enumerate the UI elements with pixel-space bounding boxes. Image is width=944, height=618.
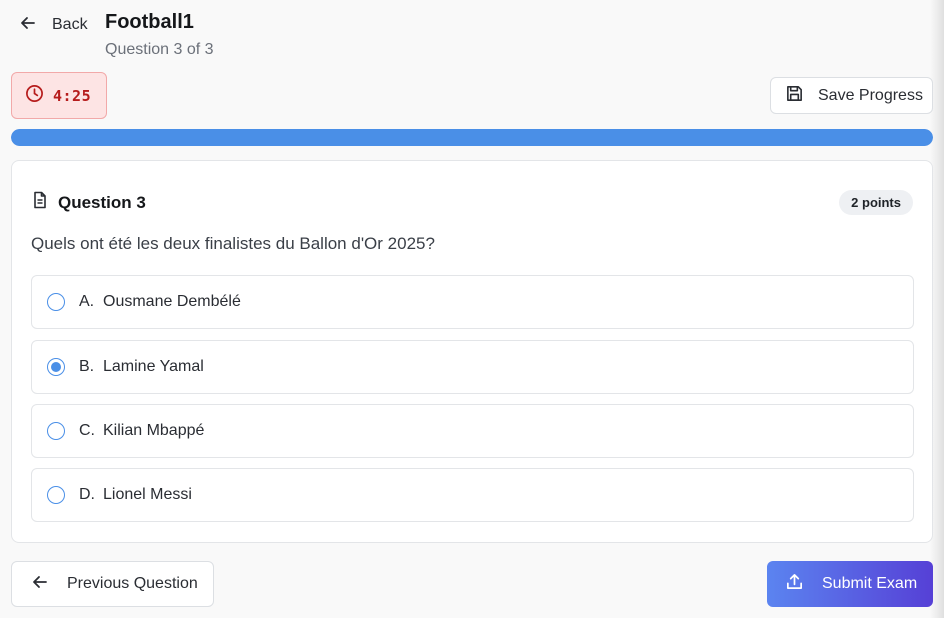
floppy-disk-icon	[785, 84, 804, 108]
points-badge: 2 points	[839, 190, 913, 215]
radio-button[interactable]	[47, 293, 65, 311]
option-text: Ousmane Dembélé	[103, 293, 241, 310]
option-letter: B.	[79, 358, 95, 375]
radio-button[interactable]	[47, 358, 65, 376]
exam-progress-bar	[11, 129, 933, 146]
option-letter: C.	[79, 422, 95, 439]
save-progress-button[interactable]: Save Progress	[770, 77, 933, 114]
clock-icon	[25, 84, 44, 108]
question-text: Quels ont été les deux finalistes du Bal…	[31, 234, 435, 253]
answer-option-a[interactable]: A. Ousmane Dembélé	[31, 275, 914, 329]
timer-value: 4:25	[53, 86, 92, 105]
answer-option-d[interactable]: D. Lionel Messi	[31, 468, 914, 522]
option-text: Lionel Messi	[103, 486, 192, 503]
option-letter: D.	[79, 486, 95, 503]
save-progress-label: Save Progress	[818, 86, 923, 104]
document-icon	[31, 191, 49, 214]
page-title: Football1	[105, 11, 194, 33]
question-header: Question 3	[31, 191, 146, 214]
question-counter: Question 3 of 3	[105, 41, 214, 58]
option-text: Lamine Yamal	[103, 358, 204, 375]
question-card: Question 3 2 points Quels ont été les de…	[11, 160, 933, 543]
radio-button[interactable]	[47, 486, 65, 504]
submit-exam-button[interactable]: Submit Exam	[767, 561, 933, 607]
back-button[interactable]: Back	[14, 10, 94, 40]
arrow-left-icon	[32, 574, 48, 595]
back-label: Back	[52, 16, 88, 33]
upload-icon	[785, 572, 804, 596]
answer-option-b[interactable]: B. Lamine Yamal	[31, 340, 914, 394]
arrow-left-icon	[20, 15, 36, 36]
countdown-timer: 4:25	[11, 72, 107, 119]
submit-exam-label: Submit Exam	[822, 575, 918, 592]
option-letter: A.	[79, 293, 95, 310]
previous-question-label: Previous Question	[67, 575, 198, 592]
option-text: Kilian Mbappé	[103, 422, 205, 439]
question-label: Question 3	[58, 192, 146, 212]
progress-fill	[11, 129, 933, 146]
radio-button[interactable]	[47, 422, 65, 440]
answer-option-c[interactable]: C. Kilian Mbappé	[31, 404, 914, 458]
previous-question-button[interactable]: Previous Question	[11, 561, 214, 607]
